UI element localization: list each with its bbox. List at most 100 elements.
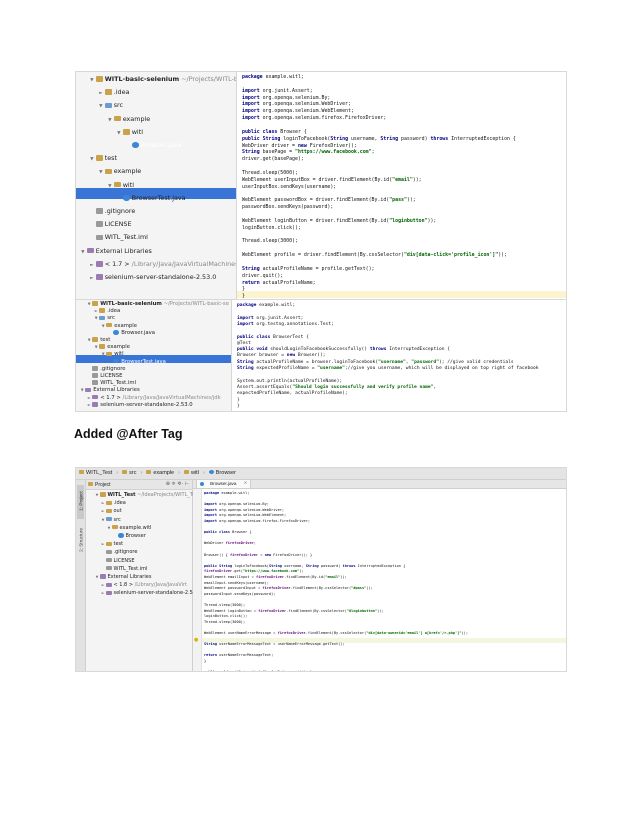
close-icon[interactable]: ×	[244, 481, 248, 486]
tree-item[interactable]: LICENSE	[88, 218, 132, 231]
tree-item[interactable]: ▼ src	[100, 516, 121, 524]
expand-arrow-icon[interactable]: ▼	[97, 166, 105, 179]
tree-item[interactable]: LICENSE	[100, 557, 134, 565]
tree-item[interactable]: ▼ example	[106, 113, 150, 127]
tree-item[interactable]: ▼ src	[93, 315, 115, 322]
file-icon	[106, 549, 112, 555]
tree-item[interactable]: ▼ External Libraries	[79, 245, 152, 259]
tree-item[interactable]: ► .idea	[97, 86, 129, 100]
java-class-icon	[208, 470, 214, 475]
tree-item-label: example	[114, 322, 137, 329]
project-tool-button[interactable]: 1: Project	[77, 485, 84, 519]
tree-item[interactable]: BrowserTest.java	[115, 192, 186, 205]
tree-item[interactable]: ▼WITL-basic-selenium ~/Projects/WITL-bas…	[88, 73, 236, 87]
tree-item[interactable]: ► .idea	[100, 499, 126, 507]
tree-item[interactable]: Browser.java	[124, 139, 181, 152]
file-icon	[106, 566, 112, 571]
tree-item[interactable]: ▼WITL-basic-selenium ~/Projects/WITL-bas…	[86, 301, 229, 308]
code-line: return actualProfileName;	[242, 279, 316, 286]
code-line: }	[242, 286, 245, 293]
tree-item[interactable]: ► < 1.7 > /Library/Java/JavaVirtualMachin…	[88, 258, 236, 272]
tree-item-label: selenium-server-standalone-2.53.0	[100, 401, 193, 408]
tree-item[interactable]: ▼ example	[93, 344, 130, 351]
tree-item[interactable]: ▼ test	[86, 337, 111, 344]
lightbulb-icon[interactable]: ●	[194, 637, 198, 643]
tree-item-label: External Libraries	[107, 574, 152, 580]
tree-item[interactable]: ▼ witl	[100, 351, 124, 358]
structure-tool-button[interactable]: 2: Structure	[77, 524, 84, 558]
project-panel-tools[interactable]: ⊕ ≑ ✲· ⊢	[166, 481, 189, 487]
expand-arrow-icon[interactable]: ▼	[115, 127, 123, 140]
tree-item[interactable]: ► out	[100, 507, 122, 515]
expand-arrow-icon[interactable]: ▼	[106, 180, 114, 193]
tree-item-label: example	[122, 114, 151, 123]
tree-item[interactable]: ► selenium-server-standalone-2.53.0	[86, 402, 193, 409]
tree-item[interactable]: ► < 1.8 > /Library/Java/JavaVirt	[100, 581, 187, 589]
tree-item-label: .idea	[113, 500, 126, 507]
tree-item[interactable]: ► test	[100, 540, 123, 548]
tree-item[interactable]: ▼ test	[88, 152, 117, 166]
caption-heading: Added @After Tag	[74, 427, 183, 441]
expand-arrow-icon[interactable]: ▼	[106, 114, 114, 127]
folder-icon	[104, 89, 112, 95]
current-line-highlight	[237, 291, 566, 298]
java-class-icon	[118, 533, 124, 538]
tree-item[interactable]: WITL_Test.iml	[86, 380, 136, 387]
source-folder-icon	[106, 516, 112, 522]
editor-tab-browser-java[interactable]: Browser.java ×	[196, 480, 252, 488]
tree-item[interactable]: ▼ src	[97, 99, 123, 113]
breadcrumb-item[interactable]: Browser	[208, 470, 236, 476]
tree-item[interactable]: WITL_Test.iml	[100, 565, 147, 573]
tree-item[interactable]: ► selenium-server-standalone-2.5	[100, 589, 193, 597]
tree-item[interactable]: ▼ witl	[115, 126, 143, 140]
tree-item[interactable]: ▼ External Libraries	[94, 573, 152, 581]
code-line: public class Browser {	[242, 128, 307, 135]
tree-item[interactable]: ▼ WITL_Test ~/IdeaProjects/WITL_Tes	[94, 491, 198, 499]
tree-item[interactable]: Browser	[112, 532, 146, 540]
tree-item[interactable]: LICENSE	[86, 373, 122, 380]
tree-item[interactable]: .gitignore	[100, 548, 137, 556]
code-line: WebElement userInputBox = driver.findEle…	[242, 176, 422, 183]
breadcrumb-item[interactable]: example	[146, 470, 174, 476]
tree-item-label: WITL_Test.iml	[100, 380, 137, 387]
collapse-arrow-icon[interactable]: ►	[88, 272, 96, 285]
tree-item-label: example	[107, 344, 130, 351]
tree-item-label: External Libraries	[95, 246, 152, 255]
breadcrumb-separator-icon: ›	[140, 469, 143, 476]
expand-arrow-icon[interactable]: ▼	[79, 246, 87, 259]
breadcrumb-item[interactable]: witl	[183, 470, 199, 476]
tree-item[interactable]: ► .idea	[93, 308, 120, 315]
project-panel: Project ⊕ ≑ ✲· ⊢ ▼ WITL_Test ~/IdeaProjec…	[86, 480, 198, 671]
tree-item[interactable]: ▼ example	[97, 165, 141, 179]
tree-item[interactable]: ▼ witl	[106, 179, 134, 193]
folder-icon	[92, 301, 99, 306]
tree-item-label: LICENSE	[100, 373, 123, 379]
breadcrumb-item[interactable]: src	[122, 470, 136, 476]
editor-area: Browser.java × ● package example.witl; im…	[193, 480, 566, 671]
tree-item-label: < 1.7 >	[104, 259, 130, 268]
file-icon	[95, 208, 103, 214]
tree-item[interactable]: .gitignore	[86, 366, 126, 373]
breadcrumb-item[interactable]: WITL_Test	[79, 470, 112, 476]
tree-item[interactable]: BrowserTest.java	[107, 359, 166, 366]
tree-item[interactable]: ► < 1.7 > /Library/Java/JavaVirtualMachin…	[86, 395, 221, 402]
code-line: driver.quit();	[242, 272, 284, 279]
project-panel-title[interactable]: Project	[95, 482, 111, 488]
tree-item[interactable]: .gitignore	[88, 205, 135, 218]
expand-arrow-icon[interactable]: ▼	[97, 100, 105, 113]
tree-item[interactable]: ▼ External Libraries	[79, 387, 140, 394]
code-line: WebDriver firefoxDriver;	[204, 541, 256, 546]
code-line: WebDriver driver = new FirefoxDriver();	[242, 142, 357, 149]
tree-item[interactable]: ► selenium-server-standalone-2.53.0	[88, 271, 216, 285]
folder-icon	[113, 181, 121, 188]
folder-icon	[95, 76, 103, 82]
tree-item[interactable]: ▼ example.witl	[106, 524, 152, 532]
tree-item[interactable]: WITL_Test.iml	[88, 231, 148, 244]
expand-arrow-icon[interactable]: ▼	[88, 153, 96, 166]
tree-item-label: WITL_Test	[107, 492, 136, 498]
tree-item-path: ~/IdeaProjects/WITL_Tes	[135, 492, 198, 498]
expand-arrow-icon[interactable]: ▼	[88, 74, 96, 87]
tree-item[interactable]: Browser.java	[107, 330, 155, 337]
tree-item[interactable]: ▼ example	[100, 323, 137, 330]
code-editor: package example.witl; import org.junit.As…	[232, 300, 566, 411]
